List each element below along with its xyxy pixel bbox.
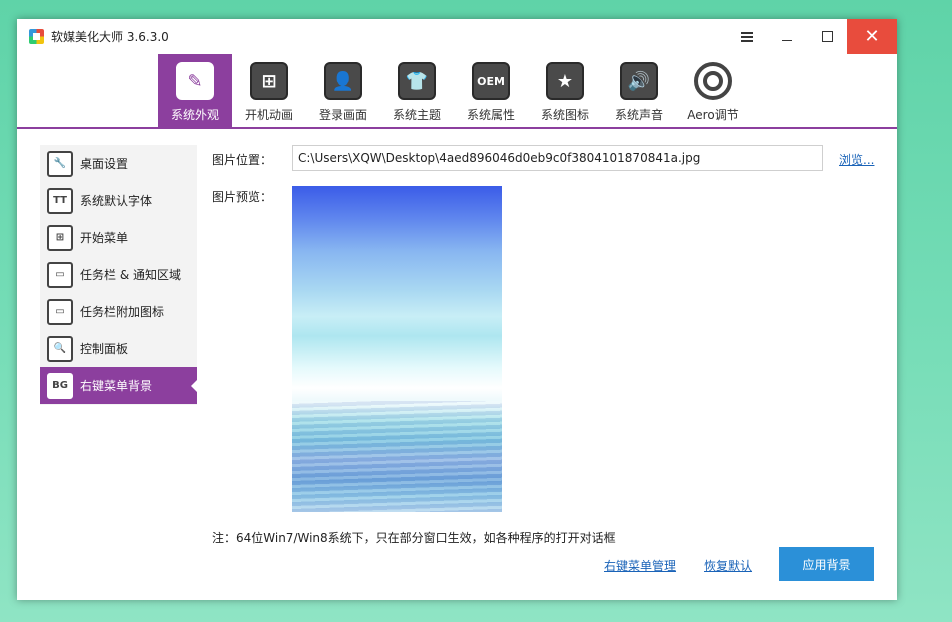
sidebar-item-label: 任务栏附加图标 [80,305,165,319]
sidebar-item-label: 任务栏 & 通知区域 [80,268,181,282]
tab-system-icons[interactable]: ★ 系统图标 [528,54,602,128]
oem-icon: OEM [472,62,510,100]
main-toolbar: ✎ 系统外观 ⊞ 开机动画 👤 登录画面 👕 系统主题 OEM 系统属性 ★ 系… [17,54,897,129]
windows-logo-icon: ⊞ [250,62,288,100]
speaker-icon: 🔊 [620,62,658,100]
tab-label: Aero调节 [687,108,739,122]
sidebar-item-control-panel[interactable]: 🔍 控制面板 [40,330,197,367]
taskbar-icon: ▭ [47,261,73,288]
sidebar-item-taskbar-extra-icons[interactable]: ▭ 任务栏附加图标 [40,293,197,330]
window-title: 软媒美化大师 3.6.3.0 [51,30,169,44]
wrench-icon: 🔧 [47,150,73,177]
tab-label: 系统外观 [170,108,219,122]
app-logo-icon [29,29,44,44]
path-label: 图片位置： [212,153,273,167]
tab-label: 系统属性 [466,108,515,122]
browse-link[interactable]: 浏览... [839,151,874,168]
tshirt-icon: 👕 [398,62,436,100]
tab-label: 系统图标 [540,108,589,122]
sidebar-item-label: 控制面板 [80,342,129,356]
minimize-button[interactable] [767,19,807,54]
sidebar-item-label: 系统默认字体 [80,194,153,208]
aero-ring-icon [694,62,732,100]
star-icon: ★ [546,62,584,100]
tab-boot-animation[interactable]: ⊞ 开机动画 [232,54,306,128]
sidebar-item-start-menu[interactable]: ⊞ 开始菜单 [40,219,197,256]
sidebar-item-label: 右键菜单背景 [80,379,153,393]
tab-label: 登录画面 [318,108,367,122]
font-icon: TT [47,187,73,214]
tab-login-screen[interactable]: 👤 登录画面 [306,54,380,128]
tab-aero-adjust[interactable]: Aero调节 [676,54,750,128]
tab-system-sounds[interactable]: 🔊 系统声音 [602,54,676,128]
bg-icon: BG [47,372,73,399]
tab-label: 系统声音 [614,108,663,122]
compat-note: 注：64位Win7/Win8系统下，只在部分窗口生效，如各种程序的打开对话框 [212,531,616,545]
context-menu-manage-link[interactable]: 右键菜单管理 [604,557,676,574]
close-button[interactable]: ✕ [847,19,897,54]
sidebar-item-taskbar-notify[interactable]: ▭ 任务栏 & 通知区域 [40,256,197,293]
menu-button[interactable] [727,19,767,54]
sidebar-item-desktop-settings[interactable]: 🔧 桌面设置 [40,145,197,182]
sidebar: 🔧 桌面设置 TT 系统默认字体 ⊞ 开始菜单 ▭ 任务栏 & 通知区域 ▭ 任… [40,145,198,405]
tab-label: 系统主题 [392,108,441,122]
app-window: 软媒美化大师 3.6.3.0 ✕ ✎ 系统外观 ⊞ 开机动画 👤 登录画面 👕 … [17,19,897,600]
close-icon: ✕ [864,26,880,47]
tab-label: 开机动画 [244,108,293,122]
sidebar-item-default-font[interactable]: TT 系统默认字体 [40,182,197,219]
preview-label: 图片预览： [212,190,273,204]
tab-system-theme[interactable]: 👕 系统主题 [380,54,454,128]
image-preview [292,186,502,512]
magnifier-icon: 🔍 [47,335,73,362]
image-path-input[interactable] [292,145,823,171]
tab-system-appearance[interactable]: ✎ 系统外观 [158,54,232,128]
minimize-icon [782,40,792,41]
maximize-icon [821,31,833,42]
taskbar-extra-icon: ▭ [47,298,73,325]
hamburger-icon [741,31,753,42]
title-bar[interactable]: 软媒美化大师 3.6.3.0 ✕ [17,19,897,54]
sidebar-item-label: 开始菜单 [80,231,129,245]
paintbrush-icon: ✎ [176,62,214,100]
sidebar-item-context-menu-bg[interactable]: BG 右键菜单背景 [40,367,198,404]
apply-background-button[interactable]: 应用背景 [779,547,874,581]
user-portrait-icon: 👤 [324,62,362,100]
tab-system-properties[interactable]: OEM 系统属性 [454,54,528,128]
maximize-button[interactable] [807,19,847,54]
sidebar-item-label: 桌面设置 [80,157,129,171]
start-menu-icon: ⊞ [47,224,73,251]
restore-default-link[interactable]: 恢复默认 [704,557,752,574]
